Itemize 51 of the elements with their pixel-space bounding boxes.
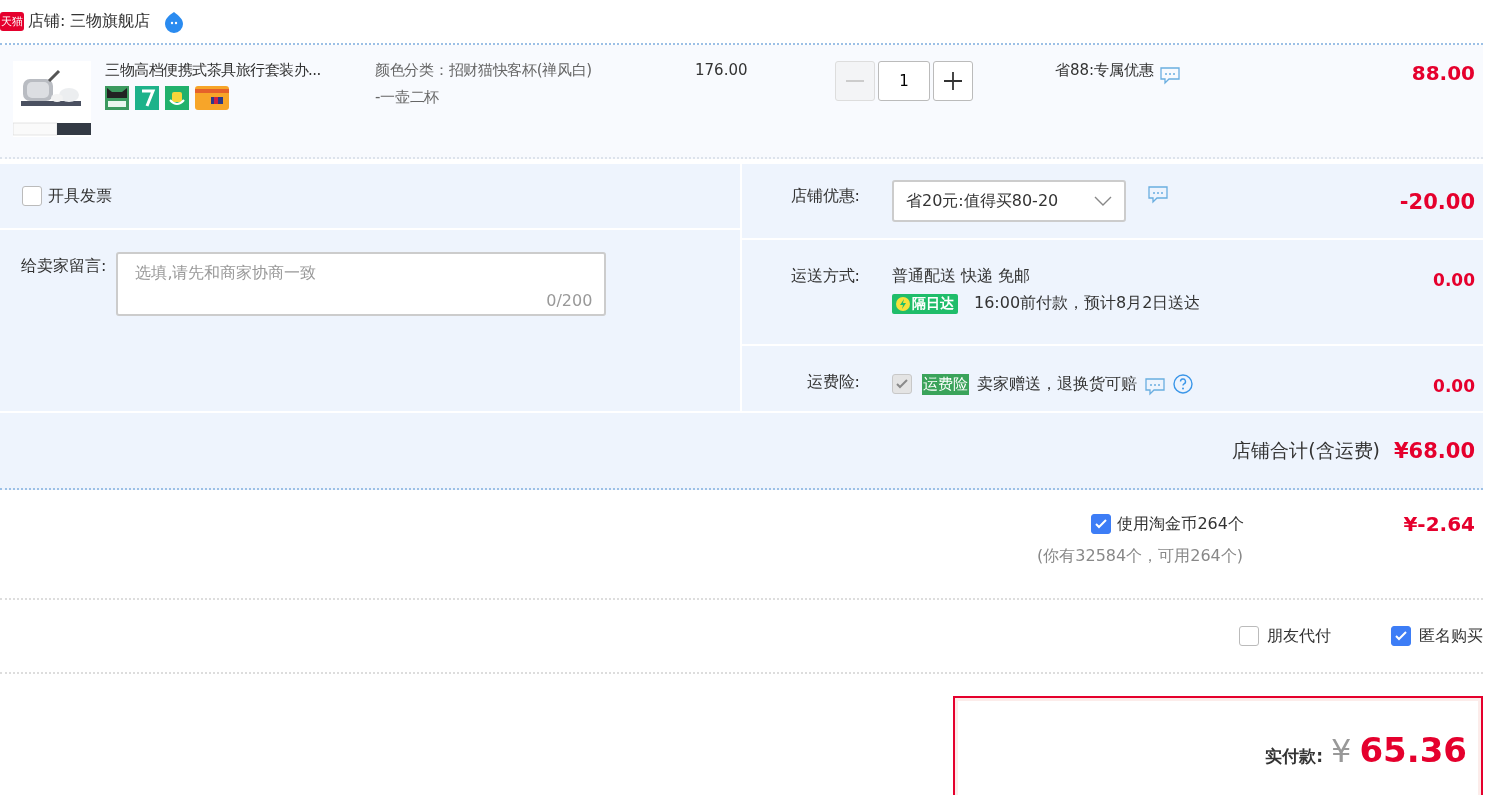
minus-icon (846, 80, 864, 82)
option-checkbox[interactable] (1239, 626, 1259, 646)
invoice-label[interactable]: 开具发票 (48, 185, 112, 207)
payment-amount: 65.36 (1359, 730, 1467, 770)
shipping-method: 普通配送 快递 免邮 (892, 266, 1031, 287)
discount-label: 店铺优惠: (789, 186, 860, 207)
card-icon (195, 86, 229, 110)
message-icon[interactable] (1145, 378, 1165, 396)
insurance-text: 卖家赠送，退换货可赔 (977, 373, 1137, 395)
shop-total-label: 店铺合计(含运费) (1232, 437, 1380, 463)
discount-dropdown[interactable]: 省20元:值得买80-20 (892, 180, 1126, 222)
seven-day-icon (135, 86, 159, 110)
coins-note: (你有32584个，可用264个) (1037, 546, 1243, 567)
sku-text: -一壶二杯 (375, 88, 440, 107)
sku-text: 颜色分类：招财猫快客杯(禅风白) (375, 61, 593, 80)
chevron-down-icon (1094, 195, 1112, 207)
payment-label: 实付款: (1265, 745, 1324, 768)
option-label[interactable]: 朋友代付 (1267, 625, 1331, 647)
shop-total-amount: ¥68.00 (1393, 438, 1475, 463)
option-label[interactable]: 匿名购买 (1419, 625, 1483, 647)
coins-label[interactable]: 使用淘金币264个 (1117, 513, 1398, 535)
check-icon (895, 377, 909, 391)
insurance-label: 运费险: (805, 372, 860, 393)
store-badge: 天猫 (0, 12, 24, 31)
message-icon[interactable] (1148, 186, 1168, 204)
product-title[interactable]: 三物高档便携式茶具旅行套装办... (105, 61, 375, 80)
coins-checkbox[interactable] (1091, 514, 1112, 534)
option-checkbox[interactable] (1391, 626, 1411, 646)
shipping-label: 运送方式: (789, 266, 860, 287)
coins-amount: ¥-2.64 (1403, 512, 1476, 536)
plus-button[interactable] (933, 61, 973, 101)
currency-symbol: ¥ (1331, 732, 1352, 770)
help-icon[interactable] (1173, 374, 1193, 394)
delivery-estimate: 16:00前付款，预计8月2日送达 (974, 293, 1201, 314)
shop-name[interactable]: 店铺: 三物旗舰店 (28, 11, 151, 32)
check-icon (1094, 517, 1109, 531)
insurance-amount: 0.00 (1432, 376, 1476, 396)
check-icon (1394, 629, 1408, 643)
message-icon[interactable] (1160, 67, 1181, 85)
invoice-checkbox[interactable] (22, 186, 42, 206)
promo-text: 省88:专属优惠 (1055, 61, 1155, 80)
item-subtotal: 88.00 (1410, 61, 1476, 85)
plus-icon (943, 71, 963, 91)
quantity-field[interactable]: 1 (878, 61, 930, 101)
insurance-tag: 运费险 (922, 373, 969, 395)
unit-price: 176.00 (695, 61, 749, 79)
discount-amount: -20.00 (1398, 190, 1476, 214)
message-label: 给卖家留言: (21, 256, 107, 277)
next-day-tag: 隔日达 (892, 293, 958, 314)
lightning-icon (896, 296, 910, 311)
shipping-amount: 0.00 (1432, 270, 1476, 290)
